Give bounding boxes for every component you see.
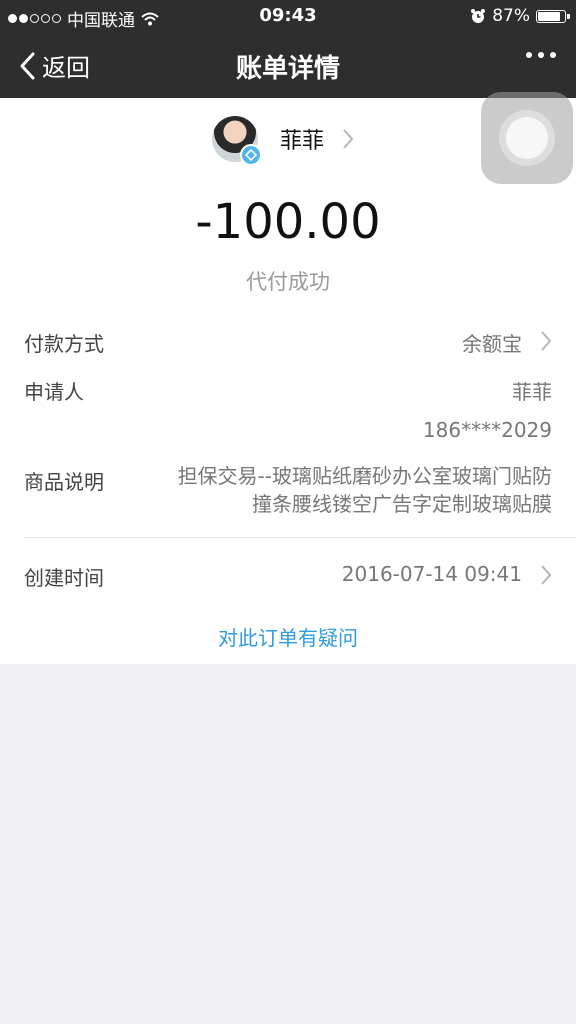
bill-detail-card: 菲菲 -100.00 代付成功 付款方式 余额宝 申请人 菲菲 186****2… [0,98,576,664]
payee-link[interactable]: 菲菲 [212,116,354,166]
battery-percent: 87% [492,6,530,26]
product-description-value: 担保交易--玻璃贴纸磨砂办公室玻璃门贴防 撞条腰线镂空广告字定制玻璃贴膜 [146,462,552,518]
chevron-right-icon [541,565,552,585]
payment-status: 代付成功 [246,270,330,294]
product-description-line: 担保交易--玻璃贴纸磨砂办公室玻璃门贴防 [177,464,552,488]
chevron-right-icon [541,331,552,351]
applicant-label: 申请人 [24,380,84,404]
product-description-label: 商品说明 [24,470,104,494]
payment-method-label: 付款方式 [24,332,104,356]
divider [24,537,576,538]
assistive-touch-button[interactable] [481,92,573,184]
status-right: 87% [470,6,570,26]
nav-bar: 返回 账单详情 [0,32,576,98]
amount: -100.00 [195,194,381,250]
order-question-link[interactable]: 对此订单有疑问 [0,622,576,651]
more-dot-icon [526,52,532,58]
applicant-name: 菲菲 [512,380,552,404]
battery-icon [536,9,570,23]
created-time-label: 创建时间 [24,566,104,590]
assistive-touch-icon [506,117,548,159]
payment-method-value: 余额宝 [462,332,522,356]
alarm-icon [471,9,486,23]
status-bar: 中国联通 09:43 87% [0,0,576,32]
page-title: 账单详情 [235,54,340,84]
more-dot-icon [538,52,544,58]
product-description-line: 撞条腰线镂空广告字定制玻璃贴膜 [252,492,552,516]
verified-badge-icon [240,144,262,166]
more-dot-icon [550,52,556,58]
applicant-phone: 186****2029 [422,418,552,442]
chevron-right-icon [343,129,354,149]
avatar [212,116,262,166]
payee-name: 菲菲 [280,129,325,154]
created-time-value: 2016-07-14 09:41 [341,562,522,586]
more-button[interactable] [526,52,556,58]
